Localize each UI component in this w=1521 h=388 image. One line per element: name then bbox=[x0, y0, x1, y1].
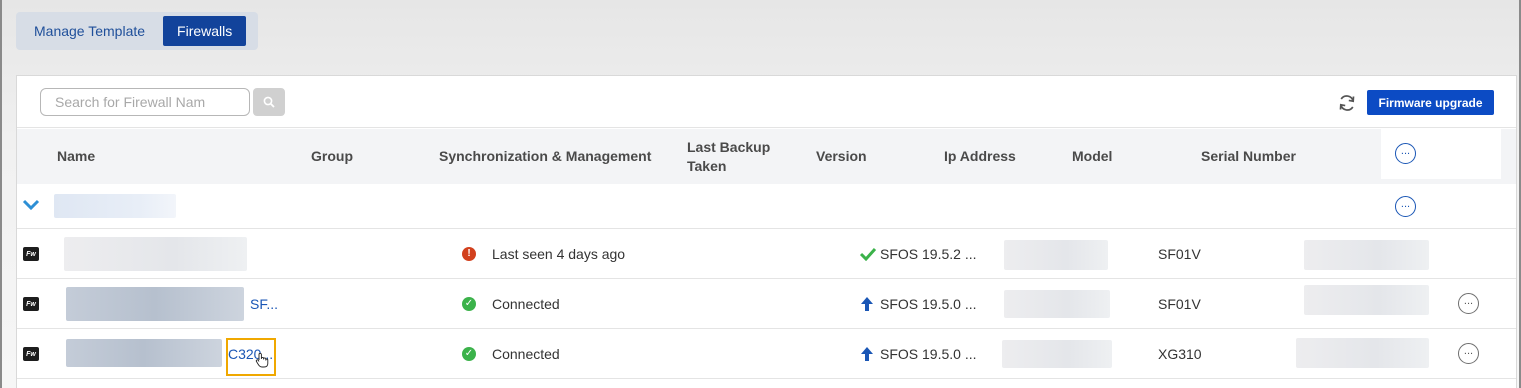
tab-manage-template[interactable]: Manage Template bbox=[20, 16, 159, 46]
status-text: Connected bbox=[492, 295, 560, 312]
table-row[interactable]: Fw ! Last seen 4 days ago SFOS 19.5.2 ..… bbox=[17, 229, 1516, 279]
version-cell: SFOS 19.5.0 ... bbox=[859, 329, 977, 378]
chevron-down-icon[interactable] bbox=[22, 199, 40, 211]
column-header-sync[interactable]: Synchronization & Management bbox=[439, 129, 651, 184]
tab-firewalls[interactable]: Firewalls bbox=[163, 16, 247, 46]
row-options-button[interactable]: ... bbox=[1458, 343, 1479, 364]
column-header-model[interactable]: Model bbox=[1072, 129, 1112, 184]
row-options-button[interactable]: ... bbox=[1458, 293, 1479, 314]
model-text: SF01V bbox=[1158, 295, 1201, 312]
arrow-up-icon bbox=[861, 346, 873, 361]
model-text: SF01V bbox=[1158, 245, 1201, 262]
firewalls-panel: Firmware upgrade Name Group Synchronizat… bbox=[16, 75, 1517, 388]
window-left-border bbox=[0, 0, 2, 388]
check-circle-icon: ✓ bbox=[462, 296, 476, 311]
model-text: XG310 bbox=[1158, 345, 1202, 362]
version-text: SFOS 19.5.0 ... bbox=[880, 295, 977, 312]
ip-address-redacted bbox=[1004, 240, 1108, 270]
table-row[interactable]: Fw SF... ✓ Connected SFOS 19.5.0 ... SF0… bbox=[17, 279, 1516, 329]
firewall-icon: Fw bbox=[23, 347, 39, 361]
status-text: Last seen 4 days ago bbox=[492, 245, 626, 262]
column-header-ip[interactable]: Ip Address bbox=[944, 129, 1016, 184]
column-header-serial[interactable]: Serial Number bbox=[1201, 129, 1296, 184]
column-header-group[interactable]: Group bbox=[311, 129, 353, 184]
table-header: Name Group Synchronization & Management … bbox=[17, 129, 1516, 184]
column-options-button[interactable]: ... bbox=[1395, 143, 1416, 164]
ip-address-redacted bbox=[1004, 290, 1110, 318]
firewall-icon: Fw bbox=[23, 247, 39, 261]
status-text: Connected bbox=[492, 345, 560, 362]
status-cell: ✓ Connected bbox=[462, 279, 560, 328]
serial-number-redacted bbox=[1304, 240, 1429, 270]
hand-cursor-icon bbox=[255, 352, 269, 368]
group-link[interactable]: SF... bbox=[250, 279, 278, 328]
status-cell: ! Last seen 4 days ago bbox=[462, 229, 625, 278]
version-cell: SFOS 19.5.2 ... bbox=[859, 229, 977, 278]
firewall-name-redacted bbox=[66, 339, 222, 367]
status-cell: ✓ Connected bbox=[462, 329, 560, 378]
table-row[interactable]: Fw C320... ✓ Connected SFOS 19.5.0 ... X… bbox=[17, 329, 1516, 379]
search-input[interactable] bbox=[40, 88, 250, 116]
ip-address-redacted bbox=[1002, 340, 1112, 368]
check-circle-icon: ✓ bbox=[462, 346, 476, 361]
refresh-icon bbox=[1339, 95, 1355, 111]
refresh-button[interactable] bbox=[1336, 92, 1358, 114]
firewall-icon: Fw bbox=[23, 297, 39, 311]
serial-number-redacted bbox=[1304, 285, 1429, 315]
search-icon bbox=[263, 96, 275, 108]
column-header-last-backup[interactable]: Last Backup Taken bbox=[687, 129, 787, 184]
search-button[interactable] bbox=[253, 88, 285, 116]
column-menu-area: ... bbox=[1381, 129, 1501, 179]
firewall-name-redacted bbox=[64, 237, 247, 271]
firewall-name-redacted bbox=[66, 287, 244, 321]
group-options-button[interactable]: ... bbox=[1395, 196, 1416, 217]
check-icon bbox=[859, 247, 877, 261]
firmware-upgrade-button[interactable]: Firmware upgrade bbox=[1367, 90, 1494, 115]
toolbar: Firmware upgrade bbox=[17, 76, 1516, 128]
warning-icon: ! bbox=[462, 246, 476, 261]
tab-bar: Manage Template Firewalls bbox=[16, 12, 258, 50]
column-header-name[interactable]: Name bbox=[57, 129, 95, 184]
version-cell: SFOS 19.5.0 ... bbox=[859, 279, 977, 328]
group-name-redacted bbox=[54, 194, 176, 218]
version-text: SFOS 19.5.0 ... bbox=[880, 345, 977, 362]
column-header-version[interactable]: Version bbox=[816, 129, 867, 184]
version-text: SFOS 19.5.2 ... bbox=[880, 245, 977, 262]
arrow-up-icon bbox=[861, 296, 873, 311]
group-row: ... bbox=[17, 184, 1516, 229]
serial-number-redacted bbox=[1296, 338, 1429, 368]
